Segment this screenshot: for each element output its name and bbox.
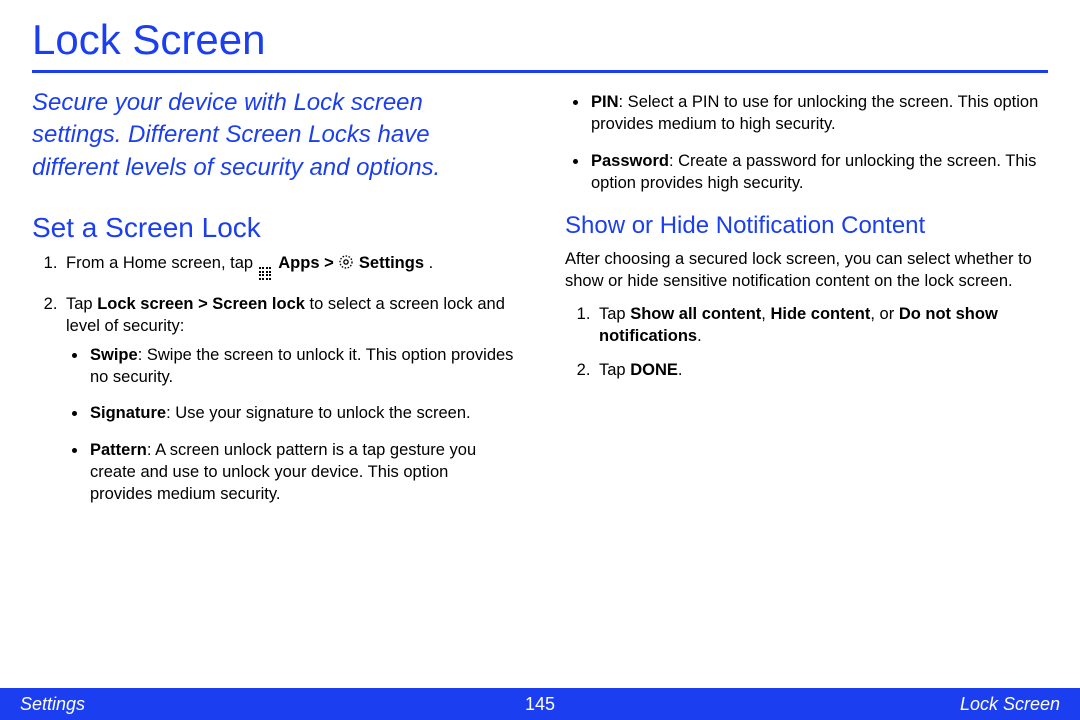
step-2: Tap Lock screen > Screen lock to select … xyxy=(62,293,515,505)
page-title: Lock Screen xyxy=(32,16,1048,64)
content-columns: Secure your device with Lock screen sett… xyxy=(32,87,1048,519)
column-right: PIN: Select a PIN to use for unlocking t… xyxy=(565,87,1048,519)
gt-sep: > xyxy=(324,254,338,272)
ns2-b: DONE xyxy=(630,361,678,379)
step-1-text-post: . xyxy=(429,254,434,272)
notif-step-1: Tap Show all content, Hide content, or D… xyxy=(595,303,1048,348)
option-signature: Signature: Use your signature to unlock … xyxy=(88,402,515,424)
intro-paragraph: Secure your device with Lock screen sett… xyxy=(32,87,515,184)
option-swipe: Swipe: Swipe the screen to unlock it. Th… xyxy=(88,344,515,389)
option-pin-text: : Select a PIN to use for unlocking the … xyxy=(591,93,1038,133)
lock-options-list-1: Swipe: Swipe the screen to unlock it. Th… xyxy=(66,344,515,506)
footer-right: Lock Screen xyxy=(960,694,1060,715)
column-left: Secure your device with Lock screen sett… xyxy=(32,87,515,519)
step-2-bold: Lock screen > Screen lock xyxy=(97,295,305,313)
apps-grid-icon xyxy=(259,267,273,281)
title-rule xyxy=(32,70,1048,73)
option-pin-label: PIN xyxy=(591,93,619,111)
step-2-pre: Tap xyxy=(66,295,97,313)
option-password-label: Password xyxy=(591,152,669,170)
page-footer: Settings 145 Lock Screen xyxy=(0,688,1080,720)
settings-label: Settings xyxy=(359,254,424,272)
ns2-post: . xyxy=(678,361,683,379)
option-pin: PIN: Select a PIN to use for unlocking t… xyxy=(589,91,1048,136)
option-password: Password: Create a password for unlockin… xyxy=(589,150,1048,195)
option-swipe-label: Swipe xyxy=(90,346,138,364)
ns1-b2: Hide content xyxy=(770,305,870,323)
ns1-post: . xyxy=(697,327,702,345)
ns1-pre: Tap xyxy=(599,305,630,323)
ns2-pre: Tap xyxy=(599,361,630,379)
section-heading-set-screen-lock: Set a Screen Lock xyxy=(32,212,515,244)
option-signature-text: : Use your signature to unlock the scree… xyxy=(166,404,471,422)
step-1-text-pre: From a Home screen, tap xyxy=(66,254,258,272)
settings-gear-icon xyxy=(338,254,354,276)
lock-options-list-2: PIN: Select a PIN to use for unlocking t… xyxy=(565,91,1048,194)
option-pattern-text: : A screen unlock pattern is a tap gestu… xyxy=(90,441,476,504)
ns1-c2: , or xyxy=(870,305,898,323)
footer-left: Settings xyxy=(20,694,85,715)
option-swipe-text: : Swipe the screen to unlock it. This op… xyxy=(90,346,513,386)
ns1-b1: Show all content xyxy=(630,305,761,323)
option-signature-label: Signature xyxy=(90,404,166,422)
page: Lock Screen Secure your device with Lock… xyxy=(0,0,1080,720)
notification-intro: After choosing a secured lock screen, yo… xyxy=(565,248,1048,293)
option-pattern-label: Pattern xyxy=(90,441,147,459)
option-pattern: Pattern: A screen unlock pattern is a ta… xyxy=(88,439,515,506)
notif-step-2: Tap DONE. xyxy=(595,359,1048,381)
section-heading-notification-content: Show or Hide Notification Content xyxy=(565,212,1048,240)
notification-steps: Tap Show all content, Hide content, or D… xyxy=(565,303,1048,382)
apps-label: Apps xyxy=(278,254,319,272)
footer-page-number: 145 xyxy=(0,694,1080,715)
step-1: From a Home screen, tap Apps > Settings … xyxy=(62,252,515,281)
set-lock-steps: From a Home screen, tap Apps > Settings … xyxy=(32,252,515,505)
